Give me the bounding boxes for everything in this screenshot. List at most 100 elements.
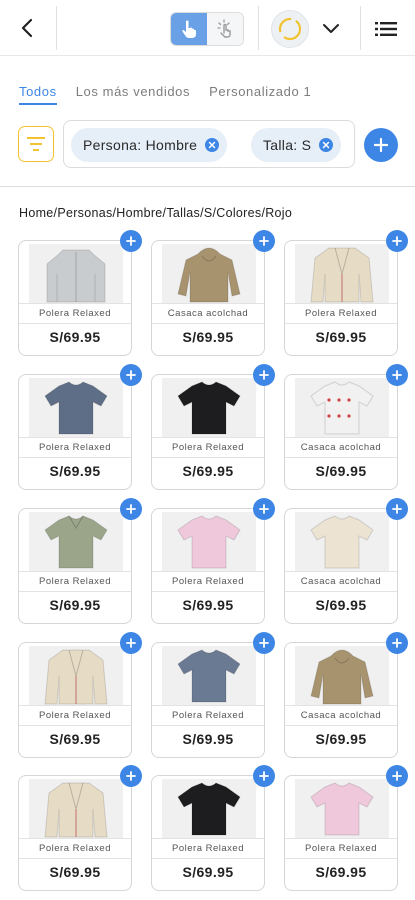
plus-icon [259,771,269,781]
plus-icon [392,638,402,648]
product-price: S/69.95 [49,597,101,613]
close-icon [208,141,216,149]
product-card[interactable]: Casaca acolchad S/69.95 [284,632,408,758]
product-card[interactable]: Polera Relaxed S/69.95 [151,498,275,624]
product-image [162,512,256,571]
product-card[interactable]: Polera Relaxed S/69.95 [151,364,275,490]
product-card[interactable]: Casaca acolchad S/69.95 [284,498,408,624]
product-price: S/69.95 [49,329,101,345]
filter-button[interactable] [18,126,54,162]
product-price: S/69.95 [315,597,367,613]
product-image [162,378,256,437]
remove-filter-button[interactable] [319,138,334,152]
product-price: S/69.95 [315,463,367,479]
product-name: Polera Relaxed [285,838,397,859]
product-name: Casaca acolchad [285,571,397,592]
add-to-cart-button[interactable] [386,498,408,520]
add-filter-button[interactable] [364,128,398,162]
plus-icon [259,504,269,514]
product-card[interactable]: Polera Relaxed S/69.95 [18,364,142,490]
chevron-left-icon [21,18,33,38]
product-name: Polera Relaxed [285,303,397,324]
add-to-cart-button[interactable] [120,765,142,787]
back-button[interactable] [14,14,42,42]
avatar[interactable] [271,10,309,48]
product-name: Polera Relaxed [19,571,131,592]
tab-todos[interactable]: Todos [19,84,57,105]
add-to-cart-button[interactable] [253,765,275,787]
product-image [295,512,389,571]
plus-icon [259,236,269,246]
product-image [29,779,123,838]
section-divider [0,186,415,187]
profile-dropdown-button[interactable] [318,16,344,42]
product-card[interactable]: Polera Relaxed S/69.95 [284,230,408,356]
tab-mas-vendidos[interactable]: Los más vendidos [76,84,190,105]
product-name: Polera Relaxed [152,437,264,458]
add-to-cart-button[interactable] [120,498,142,520]
product-name: Polera Relaxed [19,838,131,859]
product-image [295,244,389,303]
add-to-cart-button[interactable] [120,364,142,386]
product-name: Polera Relaxed [152,838,264,859]
product-card[interactable]: Polera Relaxed S/69.95 [151,765,275,891]
product-image [295,779,389,838]
product-image [295,646,389,705]
active-filters: Persona: Hombre Talla: S [63,120,355,168]
product-price: S/69.95 [315,329,367,345]
plus-icon [259,370,269,380]
add-to-cart-button[interactable] [386,230,408,252]
add-to-cart-button[interactable] [253,498,275,520]
plus-icon [392,771,402,781]
remove-filter-button[interactable] [205,138,220,152]
product-image [29,378,123,437]
product-card[interactable]: Casaca acolchad S/69.95 [151,230,275,356]
add-to-cart-button[interactable] [386,364,408,386]
product-price: S/69.95 [182,329,234,345]
add-to-cart-button[interactable] [253,632,275,654]
plus-icon [126,370,136,380]
filter-chip-label: Persona: Hombre [83,137,198,153]
filter-icon [27,137,45,151]
add-to-cart-button[interactable] [386,632,408,654]
ring-avatar-icon [278,17,302,41]
plus-icon [373,137,389,153]
list-menu-icon [375,22,397,36]
chevron-down-icon [323,24,339,33]
product-name: Polera Relaxed [19,303,131,324]
filter-chip-persona[interactable]: Persona: Hombre [71,128,228,162]
product-price: S/69.95 [315,864,367,880]
product-name: Polera Relaxed [152,571,264,592]
plus-icon [259,638,269,648]
product-card[interactable]: Polera Relaxed S/69.95 [284,765,408,891]
product-card[interactable]: Polera Relaxed S/69.95 [18,230,142,356]
product-card[interactable]: Polera Relaxed S/69.95 [18,765,142,891]
add-to-cart-button[interactable] [120,632,142,654]
filter-chip-talla[interactable]: Talla: S [251,128,342,162]
product-price: S/69.95 [182,597,234,613]
product-name: Casaca acolchad [285,437,397,458]
product-card[interactable]: Casaca acolchad S/69.95 [284,364,408,490]
filter-chip-label: Talla: S [263,137,312,153]
plus-icon [126,638,136,648]
product-price: S/69.95 [49,731,101,747]
product-price: S/69.95 [182,864,234,880]
divider [360,6,361,50]
product-card[interactable]: Polera Relaxed S/69.95 [18,632,142,758]
product-card[interactable]: Polera Relaxed S/69.95 [151,632,275,758]
product-card[interactable]: Polera Relaxed S/69.95 [18,498,142,624]
tap-mode-button[interactable] [207,13,243,45]
tab-personalizado-1[interactable]: Personalizado 1 [209,84,311,105]
pointer-mode-button[interactable] [171,13,207,45]
tap-sparkle-icon [217,19,231,38]
product-image [29,512,123,571]
product-image [162,244,256,303]
product-name: Polera Relaxed [19,705,131,726]
add-to-cart-button[interactable] [120,230,142,252]
add-to-cart-button[interactable] [253,230,275,252]
mode-toggle [170,12,244,46]
add-to-cart-button[interactable] [253,364,275,386]
menu-button[interactable] [372,16,400,42]
add-to-cart-button[interactable] [386,765,408,787]
product-name: Polera Relaxed [19,437,131,458]
